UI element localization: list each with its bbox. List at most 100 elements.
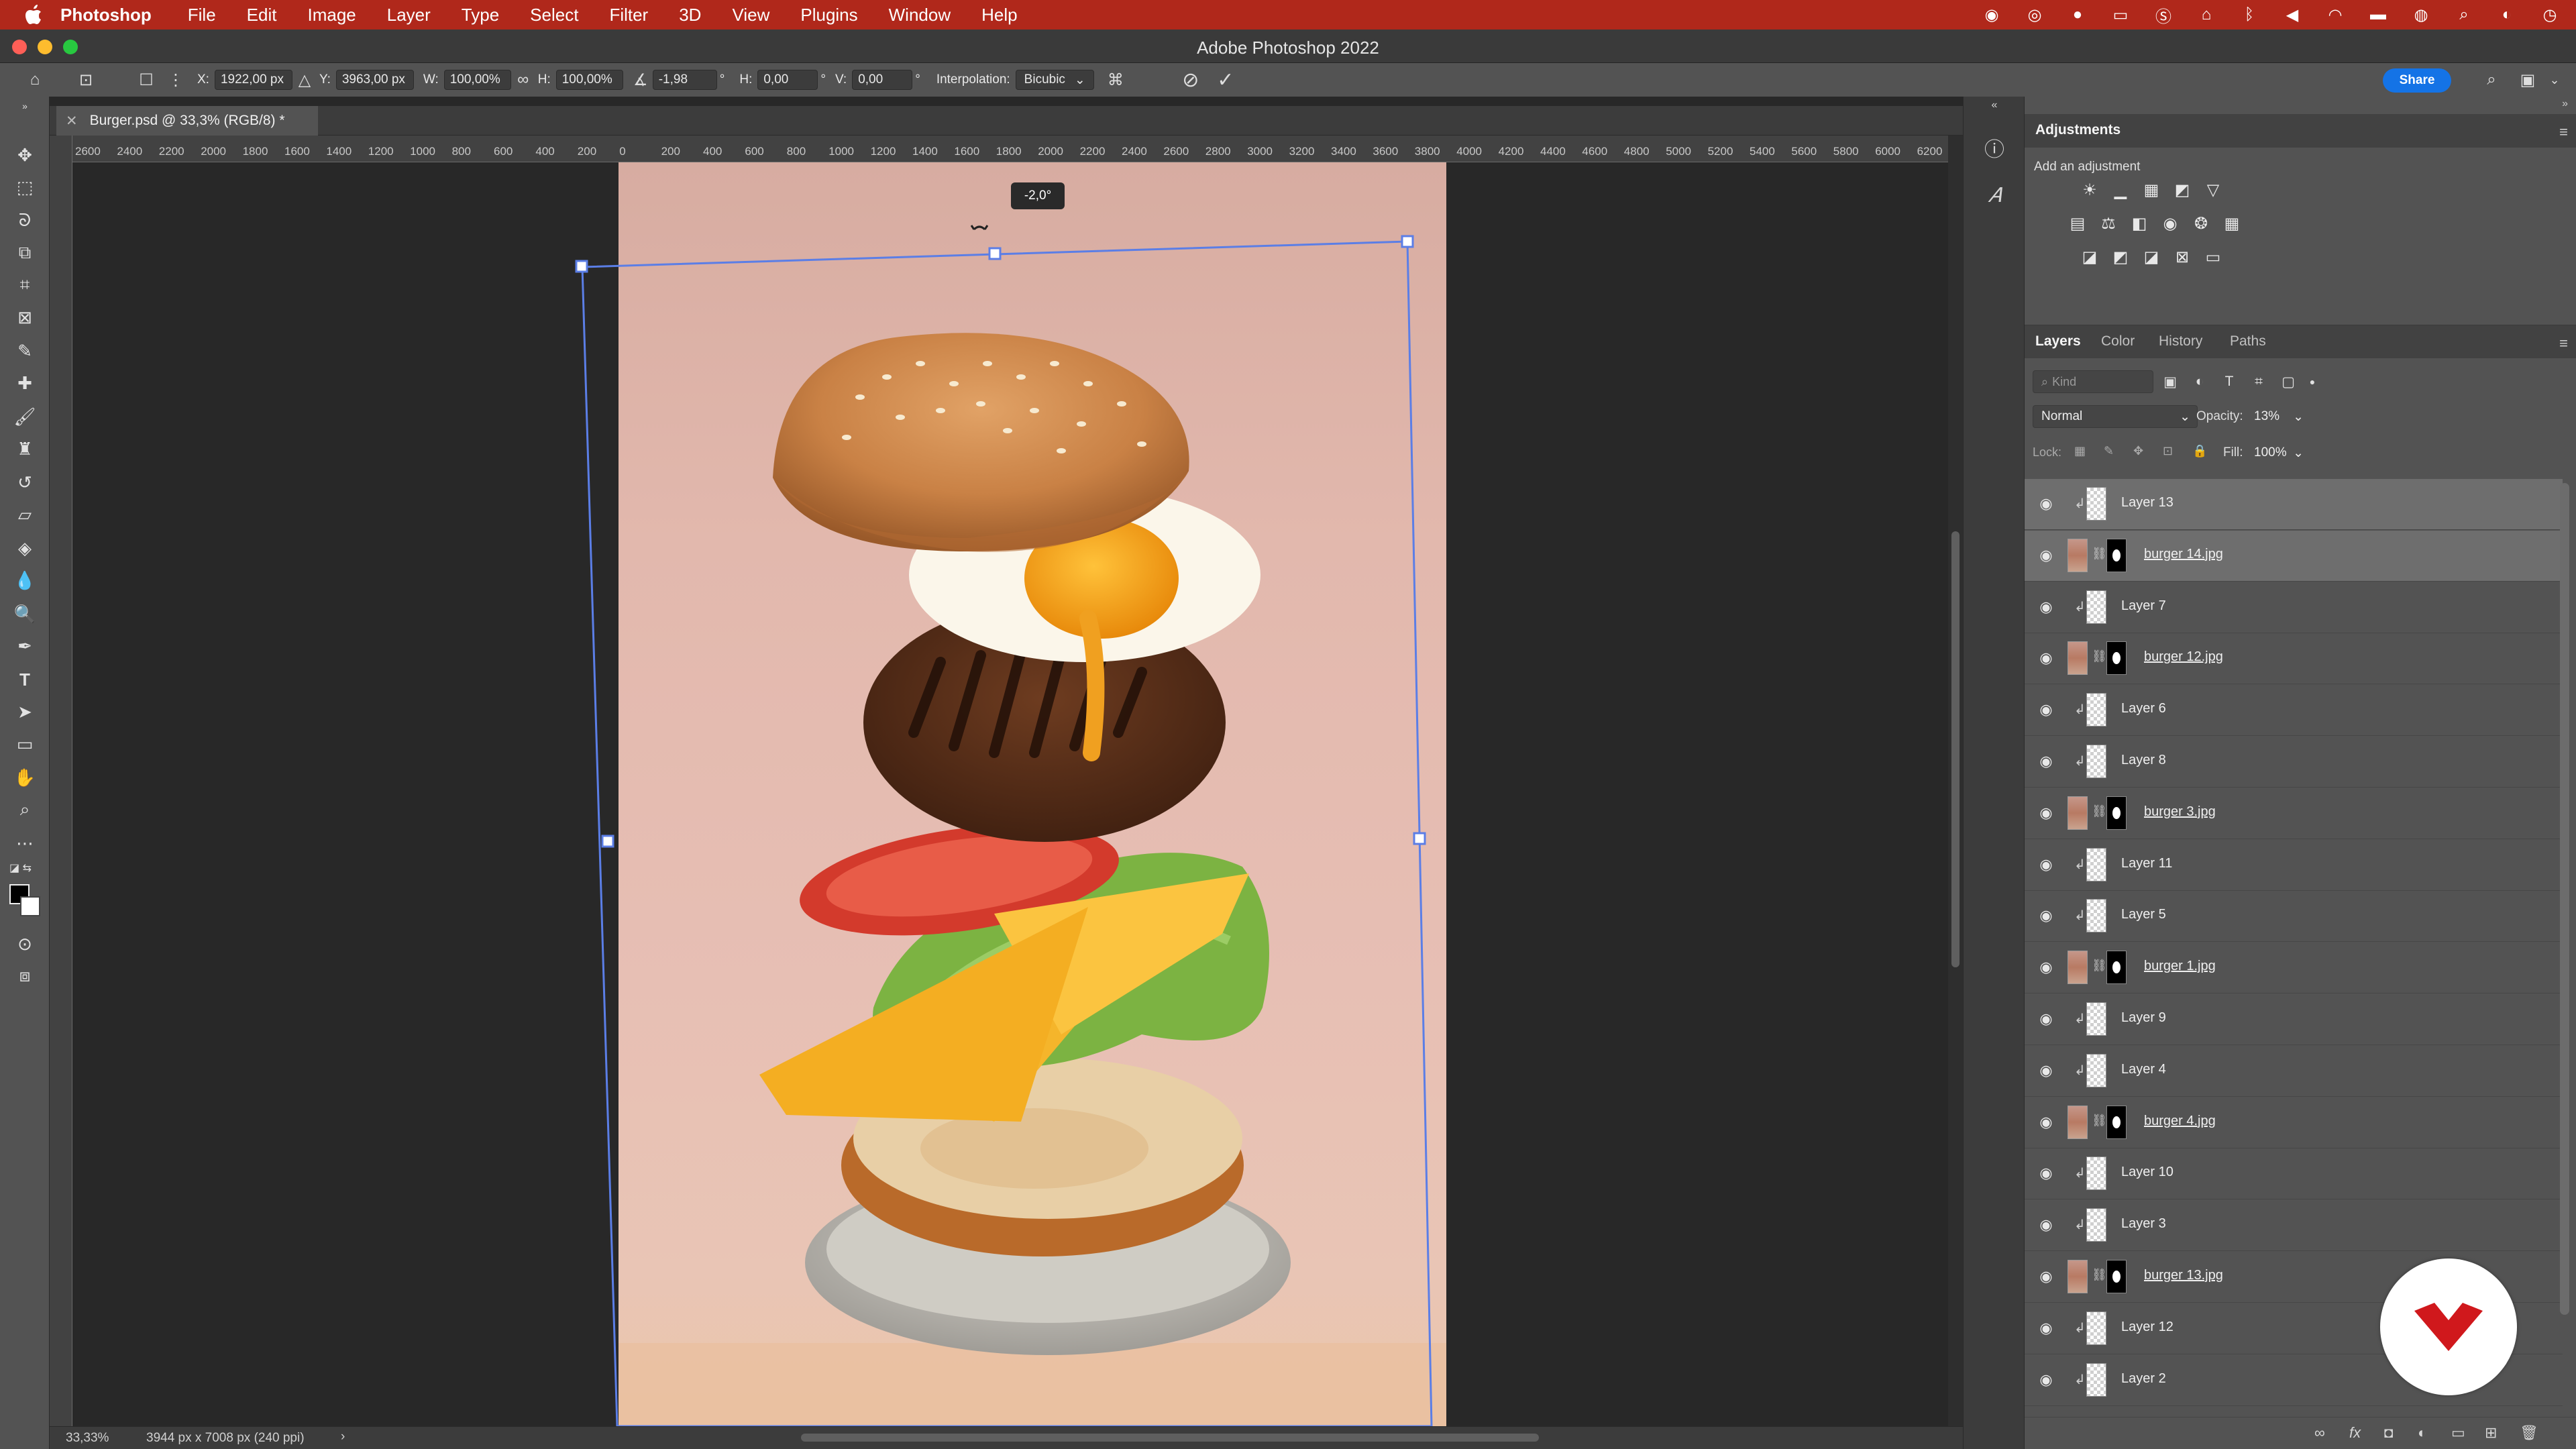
user-icon[interactable]: ◍ xyxy=(2408,5,2434,25)
control-center-icon[interactable]: ◐ xyxy=(2494,5,2520,25)
layer-name[interactable]: burger 14.jpg xyxy=(2144,547,2223,562)
menu-image[interactable]: Image xyxy=(307,5,356,25)
default-colors-icon[interactable]: ◪ ⇆ xyxy=(9,861,40,875)
threshold-icon[interactable]: ◪ xyxy=(2140,246,2163,268)
history-brush-tool-icon[interactable]: ↺ xyxy=(9,468,40,496)
info-panel-icon[interactable]: ⓘ xyxy=(1978,131,2010,164)
visibility-eye-icon[interactable]: ◉ xyxy=(2033,853,2059,876)
visibility-eye-icon[interactable]: ◉ xyxy=(2033,956,2059,979)
menu-help[interactable]: Help xyxy=(981,5,1017,25)
transform-mode-icon[interactable]: ⊡ xyxy=(74,68,98,92)
s-app-icon[interactable]: Ⓢ xyxy=(2151,5,2176,26)
collapse-toolbar-icon[interactable]: » xyxy=(9,101,40,111)
color-lookup-icon[interactable]: ▦ xyxy=(2220,212,2243,235)
tab-adjustments[interactable]: Adjustments xyxy=(2035,122,2121,138)
blend-mode-select[interactable]: Normal ⌄ xyxy=(2033,405,2198,428)
layer-thumbnail[interactable] xyxy=(2068,641,2088,676)
hue-saturation-icon[interactable]: ▤ xyxy=(2066,212,2089,235)
screen-mode-icon[interactable]: ⧈ xyxy=(9,962,40,990)
close-tab-icon[interactable]: ✕ xyxy=(66,113,78,129)
layer-thumbnail[interactable] xyxy=(2086,899,2106,933)
visibility-eye-icon[interactable]: ◉ xyxy=(2033,1265,2059,1288)
search-icon[interactable]: ⌕ xyxy=(2479,68,2504,92)
workspace-icon[interactable]: ▣ xyxy=(2516,68,2540,92)
layer-mask-thumbnail[interactable] xyxy=(2106,951,2127,985)
vertical-scroll-thumb[interactable] xyxy=(1951,531,1960,967)
volume-icon[interactable]: ◀ xyxy=(2279,5,2305,25)
layer-thumbnail[interactable] xyxy=(2068,1260,2088,1293)
workspace-chevron-icon[interactable]: ⌄ xyxy=(2542,68,2567,92)
layers-menu-icon[interactable]: ≡ xyxy=(2559,335,2568,352)
menu-filter[interactable]: Filter xyxy=(609,5,648,25)
width-field[interactable]: 100,00% xyxy=(443,70,511,90)
warp-mode-icon[interactable]: ⌘ xyxy=(1104,68,1128,92)
layer-name[interactable]: burger 3.jpg xyxy=(2144,804,2216,820)
link-layers-icon[interactable]: ∞ xyxy=(2314,1424,2325,1442)
brightness-contrast-icon[interactable]: ☀ xyxy=(2078,178,2101,201)
layer-row[interactable]: ◉ ↲ Layer 7 xyxy=(2025,582,2563,633)
menu-window[interactable]: Window xyxy=(889,5,951,25)
layer-thumbnail[interactable] xyxy=(2086,1053,2106,1087)
app-status-icon[interactable]: ● xyxy=(2065,5,2090,25)
visibility-eye-icon[interactable]: ◉ xyxy=(2033,596,2059,619)
mask-link-icon[interactable]: ⛓ xyxy=(2092,649,2107,663)
filter-smart-object-icon[interactable]: ▢ xyxy=(2278,372,2298,392)
bluetooth-icon[interactable]: ᛒ xyxy=(2237,5,2262,25)
levels-icon[interactable]: ▁ xyxy=(2109,178,2132,201)
lock-image-icon[interactable]: ✎ xyxy=(2104,444,2114,458)
layer-thumbnail[interactable] xyxy=(2068,951,2088,985)
layer-thumbnail[interactable] xyxy=(2086,1362,2106,1397)
hand-tool-icon[interactable]: ✋ xyxy=(9,763,40,792)
glyphs-panel-icon[interactable]: 𝐴 xyxy=(1978,180,2010,212)
visibility-eye-icon[interactable]: ◉ xyxy=(2033,802,2059,824)
zoom-level[interactable]: 33,33% xyxy=(66,1431,109,1446)
tab-history[interactable]: History xyxy=(2159,333,2202,350)
transform-handle-top-left[interactable] xyxy=(575,260,588,273)
layer-row[interactable]: ◉ ↲ Layer 13 xyxy=(2025,479,2563,530)
mask-link-icon[interactable]: ⛓ xyxy=(2092,1268,2107,1282)
visibility-eye-icon[interactable]: ◉ xyxy=(2033,1317,2059,1340)
reference-point-grid-icon[interactable]: ⋮ xyxy=(164,68,188,92)
lock-all-icon[interactable]: 🔒 xyxy=(2192,444,2207,458)
visibility-eye-icon[interactable]: ◉ xyxy=(2033,1214,2059,1236)
horizontal-scroll-thumb[interactable] xyxy=(801,1434,1539,1442)
commit-transform-icon[interactable]: ✓ xyxy=(1214,68,1238,92)
filter-toggle-icon[interactable]: ● xyxy=(2302,372,2322,392)
menu-type[interactable]: Type xyxy=(462,5,499,25)
wifi-icon[interactable]: ◠ xyxy=(2322,5,2348,25)
fill-field[interactable]: 100% ⌄ xyxy=(2251,441,2306,464)
mask-link-icon[interactable]: ⛓ xyxy=(2092,1114,2107,1128)
selective-color-icon[interactable]: ⊠ xyxy=(2171,246,2194,268)
layer-name[interactable]: Layer 13 xyxy=(2121,495,2174,511)
filter-adjustment-icon[interactable]: ◐ xyxy=(2190,372,2210,392)
visibility-eye-icon[interactable]: ◉ xyxy=(2033,750,2059,773)
home-icon[interactable]: ⌂ xyxy=(23,68,47,92)
layer-row[interactable]: ◉ ↲ Layer 5 xyxy=(2025,891,2563,943)
layer-name[interactable]: Layer 11 xyxy=(2121,856,2172,871)
transform-handle-right[interactable] xyxy=(1413,832,1426,845)
layer-thumbnail[interactable] xyxy=(2086,847,2106,881)
path-selection-tool-icon[interactable]: ➤ xyxy=(9,698,40,726)
layer-mask-thumbnail[interactable] xyxy=(2106,538,2127,572)
new-layer-icon[interactable]: ⊞ xyxy=(2485,1424,2497,1442)
type-tool-icon[interactable]: T xyxy=(9,665,40,694)
menu-select[interactable]: Select xyxy=(530,5,578,25)
menu-app-photoshop[interactable]: Photoshop xyxy=(60,5,152,25)
lock-position-icon[interactable]: ✥ xyxy=(2133,444,2143,458)
layer-thumbnail[interactable] xyxy=(2086,590,2106,624)
tab-color[interactable]: Color xyxy=(2101,333,2135,350)
object-selection-tool-icon[interactable]: ⧉ xyxy=(9,239,40,267)
flag-icon[interactable]: ▬ xyxy=(2365,5,2391,25)
visibility-eye-icon[interactable]: ◉ xyxy=(2033,1059,2059,1082)
filter-pixel-icon[interactable]: ▣ xyxy=(2160,372,2180,392)
interpolation-select[interactable]: Bicubic ⌄ xyxy=(1015,70,1094,90)
eyedropper-tool-icon[interactable]: ✎ xyxy=(9,337,40,365)
lock-transparent-icon[interactable]: ▦ xyxy=(2074,444,2086,458)
apple-menu-icon[interactable] xyxy=(19,0,48,30)
visibility-eye-icon[interactable]: ◉ xyxy=(2033,544,2059,567)
menu-edit[interactable]: Edit xyxy=(247,5,277,25)
frame-tool-icon[interactable]: ⊠ xyxy=(9,303,40,331)
layer-name[interactable]: Layer 8 xyxy=(2121,753,2166,768)
visibility-eye-icon[interactable]: ◉ xyxy=(2033,1368,2059,1391)
canvas-vertical-scrollbar[interactable] xyxy=(1948,136,1963,1426)
